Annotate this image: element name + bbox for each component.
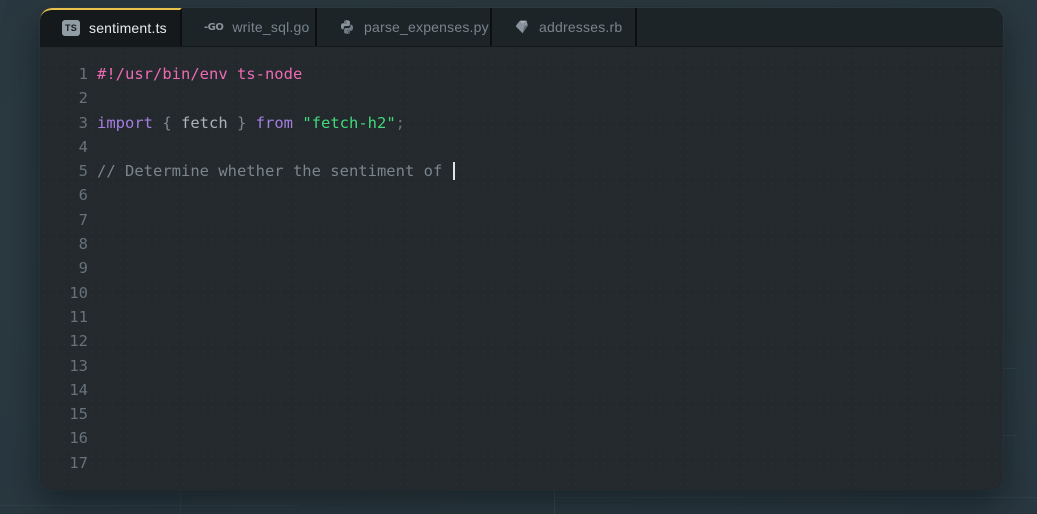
line-number: 6 [40, 183, 88, 207]
code-line-text: import { fetch } from "fetch-h2"; [97, 111, 405, 135]
code-line[interactable]: 8 [40, 232, 1003, 256]
code-line[interactable]: 16 [40, 426, 1003, 450]
tab-label: addresses.rb [539, 19, 622, 35]
typescript-icon: TS [62, 20, 80, 36]
line-number: 1 [40, 62, 88, 86]
code-line[interactable]: 7 [40, 208, 1003, 232]
line-number: 16 [40, 426, 88, 450]
tab-label: parse_expenses.py [364, 19, 489, 35]
code-editor-window: TS sentiment.ts -GO write_sql.go parse_e… [40, 8, 1003, 490]
line-number: 2 [40, 86, 88, 110]
code-line-text: // Determine whether the sentiment of [97, 159, 455, 183]
background-circuit-line [554, 486, 555, 514]
line-number: 11 [40, 305, 88, 329]
text-cursor [453, 162, 455, 180]
tab-label: sentiment.ts [89, 20, 167, 36]
background-circuit-line [554, 497, 1037, 498]
code-line[interactable]: 3 import { fetch } from "fetch-h2"; [40, 111, 1003, 135]
line-number: 8 [40, 232, 88, 256]
code-line[interactable]: 6 [40, 183, 1003, 207]
line-number: 9 [40, 256, 88, 280]
code-line[interactable]: 17 [40, 451, 1003, 475]
tab-parse-expenses-py[interactable]: parse_expenses.py [317, 8, 492, 46]
ruby-icon [514, 19, 530, 35]
line-number: 7 [40, 208, 88, 232]
tab-label: write_sql.go [232, 19, 309, 35]
go-icon: -GO [204, 22, 223, 33]
tab-bar: TS sentiment.ts -GO write_sql.go parse_e… [40, 8, 1003, 47]
line-number: 3 [40, 111, 88, 135]
line-number: 4 [40, 135, 88, 159]
line-number: 12 [40, 329, 88, 353]
code-line-text: #!/usr/bin/env ts-node [97, 62, 302, 86]
code-line[interactable]: 4 [40, 135, 1003, 159]
code-line[interactable]: 2 [40, 86, 1003, 110]
tab-sentiment-ts[interactable]: TS sentiment.ts [40, 8, 182, 46]
code-line[interactable]: 9 [40, 256, 1003, 280]
code-line[interactable]: 15 [40, 402, 1003, 426]
code-line[interactable]: 11 [40, 305, 1003, 329]
code-line[interactable]: 1 #!/usr/bin/env ts-node [40, 62, 1003, 86]
tab-addresses-rb[interactable]: addresses.rb [492, 8, 637, 46]
code-line[interactable]: 5 // Determine whether the sentiment of [40, 159, 1003, 183]
line-number: 13 [40, 354, 88, 378]
code-area[interactable]: 1 #!/usr/bin/env ts-node 23 import { fetch … [40, 62, 1003, 475]
line-number: 15 [40, 402, 88, 426]
line-number: 17 [40, 451, 88, 475]
python-icon [339, 19, 355, 35]
code-line[interactable]: 10 [40, 281, 1003, 305]
code-line[interactable]: 12 [40, 329, 1003, 353]
background-circuit-line [180, 492, 181, 514]
line-number: 14 [40, 378, 88, 402]
line-number: 5 [40, 159, 88, 183]
tab-write-sql-go[interactable]: -GO write_sql.go [182, 8, 317, 46]
code-editor[interactable]: 1 #!/usr/bin/env ts-node 23 import { fetch … [40, 47, 1003, 490]
background-circuit-line [0, 505, 300, 506]
code-line[interactable]: 13 [40, 354, 1003, 378]
line-number: 10 [40, 281, 88, 305]
code-line[interactable]: 14 [40, 378, 1003, 402]
